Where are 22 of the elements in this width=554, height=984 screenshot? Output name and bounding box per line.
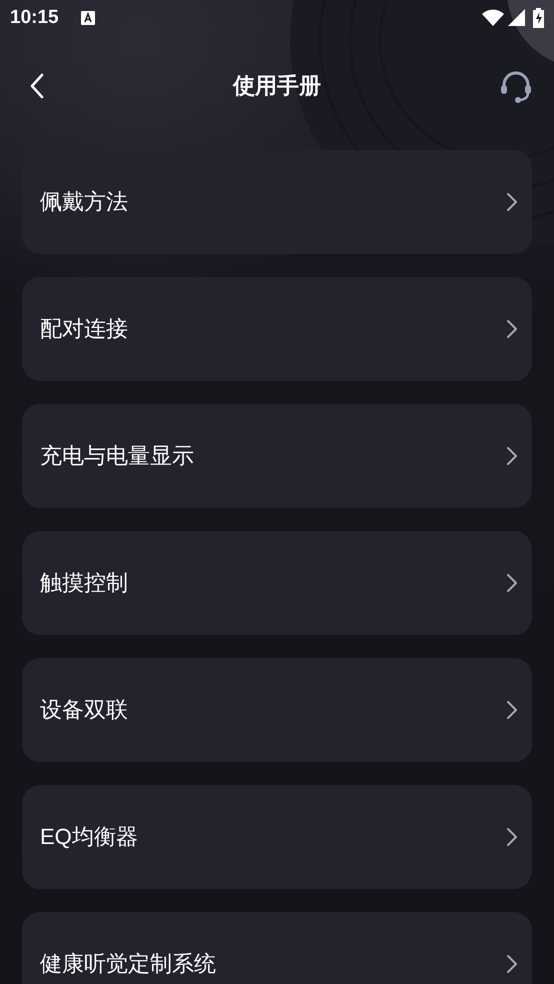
wifi-icon — [482, 9, 504, 26]
manual-item[interactable]: 充电与电量显示 — [22, 404, 532, 508]
signal-icon — [508, 9, 525, 26]
manual-item[interactable]: EQ均衡器 — [22, 785, 532, 890]
notification-icon — [80, 10, 95, 25]
chevron-icon — [506, 954, 518, 974]
manual-item[interactable]: 触摸控制 — [22, 531, 532, 636]
chevron-icon — [506, 827, 518, 848]
chevron-icon — [506, 319, 518, 340]
page-title: 使用手册 — [233, 72, 321, 101]
manual-item[interactable]: 佩戴方法 — [22, 150, 532, 254]
chevron-icon — [506, 192, 518, 212]
manual-item[interactable]: 配对连接 — [22, 277, 532, 382]
chevron-icon — [506, 573, 518, 594]
chevron-icon — [506, 700, 518, 720]
support-button[interactable] — [498, 70, 534, 104]
manual-item[interactable]: 设备双联 — [22, 658, 532, 762]
back-icon — [30, 73, 44, 100]
chevron-icon — [506, 446, 518, 466]
headset-icon — [499, 70, 533, 104]
status-time: 10:15 — [10, 6, 59, 29]
manual-item[interactable]: 健康听觉定制系统 — [22, 912, 532, 984]
